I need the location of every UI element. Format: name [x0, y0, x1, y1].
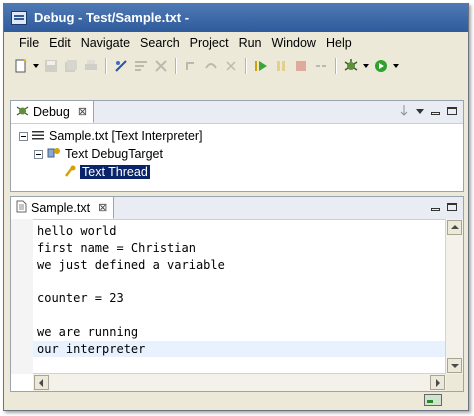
scroll-down-button[interactable] — [447, 358, 462, 373]
arrow-up-icon — [451, 225, 459, 229]
save-icon[interactable] — [44, 59, 58, 73]
menu-search[interactable]: Search — [135, 34, 185, 52]
menu-run[interactable]: Run — [234, 34, 267, 52]
suspend-icon[interactable] — [274, 59, 288, 73]
debug-target-icon — [47, 146, 61, 163]
editor-view-controls — [431, 200, 457, 214]
disconnect-icon[interactable] — [314, 59, 328, 73]
tab-sample-txt[interactable]: Sample.txt ⊠ — [11, 197, 115, 219]
collapse-toggle-icon[interactable] — [19, 131, 28, 141]
eclipse-window: Debug - Test/Sample.txt - File Edit Navi… — [3, 3, 469, 411]
main-toolbar — [4, 54, 468, 78]
debug-view-controls — [399, 104, 457, 118]
menu-project[interactable]: Project — [185, 34, 234, 52]
code-line: counter = 23 — [37, 291, 124, 306]
remove-terminated-icon[interactable] — [154, 59, 168, 73]
tab-sample-txt-label: Sample.txt — [31, 200, 91, 215]
toolbar-separator — [245, 58, 247, 74]
menu-file[interactable]: File — [14, 34, 44, 52]
tree-item-label-selected: Text Thread — [80, 165, 150, 179]
minimize-icon[interactable] — [431, 111, 440, 115]
debug-tree: Sample.txt [Text Interpreter] Text Debug… — [19, 127, 203, 181]
view-menu-icon[interactable] — [416, 108, 424, 114]
debug-perspective-icon — [11, 11, 27, 25]
editor-body: hello world first name = Christian we ju… — [11, 219, 463, 391]
code-line: we just defined a variable — [37, 257, 225, 272]
horizontal-scrollbar[interactable] — [33, 373, 446, 391]
menu-edit[interactable]: Edit — [44, 34, 76, 52]
new-dropdown-icon[interactable] — [33, 64, 39, 68]
tree-item-target[interactable]: Text DebugTarget — [19, 145, 203, 163]
close-icon[interactable]: ⊠ — [78, 105, 87, 118]
code-line: first name = Christian — [37, 240, 196, 255]
window-title: Debug - Test/Sample.txt - — [34, 10, 190, 25]
tree-item-label: Text DebugTarget — [65, 147, 163, 161]
status-bar — [4, 390, 468, 410]
thread-icon — [63, 164, 77, 181]
code-line-current: our interpreter — [33, 340, 447, 358]
title-bar[interactable]: Debug - Test/Sample.txt - — [4, 4, 468, 32]
editor-view: Sample.txt ⊠ hello world first name = Ch… — [10, 196, 464, 392]
scrollbar-corner — [446, 374, 463, 391]
code-line: we are running — [37, 324, 139, 339]
save-all-icon[interactable] — [64, 59, 78, 73]
editor-tabrow: Sample.txt ⊠ — [11, 197, 463, 220]
progress-icon[interactable] — [424, 394, 442, 406]
collapse-all-icon[interactable] — [399, 104, 409, 119]
debug-run-icon[interactable] — [344, 59, 358, 73]
terminate-icon[interactable] — [294, 59, 308, 73]
maximize-icon[interactable] — [447, 203, 457, 211]
arrow-right-icon — [436, 379, 440, 387]
minimize-icon[interactable] — [431, 207, 440, 211]
arrow-left-icon — [39, 379, 43, 387]
vertical-scrollbar[interactable] — [445, 219, 463, 374]
tree-item-thread[interactable]: Text Thread — [19, 163, 203, 181]
scroll-left-button[interactable] — [34, 375, 49, 390]
text-file-icon — [16, 200, 27, 216]
menu-bar: File Edit Navigate Search Project Run Wi… — [4, 32, 468, 54]
vertical-ruler[interactable] — [11, 219, 33, 374]
step-with-filters-icon[interactable] — [204, 59, 218, 73]
close-icon[interactable]: ⊠ — [98, 201, 107, 214]
tree-item-label: Sample.txt [Text Interpreter] — [49, 129, 203, 143]
resume-icon[interactable] — [254, 59, 268, 73]
debug-dropdown-icon[interactable] — [363, 64, 369, 68]
tab-debug-label: Debug — [33, 104, 70, 119]
menu-window[interactable]: Window — [267, 34, 321, 52]
debug-bug-icon — [16, 104, 29, 120]
use-step-filters-icon[interactable] — [134, 59, 148, 73]
toolbar-separator — [175, 58, 177, 74]
scroll-up-button[interactable] — [447, 220, 462, 235]
tree-item-launch[interactable]: Sample.txt [Text Interpreter] — [19, 127, 203, 145]
toolbar-separator — [335, 58, 337, 74]
maximize-icon[interactable] — [447, 107, 457, 115]
skip-breakpoints-icon[interactable] — [114, 59, 128, 73]
run-dropdown-icon[interactable] — [393, 64, 399, 68]
arrow-down-icon — [451, 364, 459, 368]
scroll-right-button[interactable] — [430, 375, 445, 390]
drop-to-frame-icon[interactable] — [184, 59, 198, 73]
menu-help[interactable]: Help — [321, 34, 357, 52]
debug-view: Debug ⊠ Sample.txt [Text Interpreter] Te… — [10, 100, 464, 192]
code-line: hello world — [37, 224, 117, 238]
tab-debug[interactable]: Debug ⊠ — [11, 101, 95, 123]
debug-view-tabrow: Debug ⊠ — [11, 101, 463, 124]
launch-icon — [32, 129, 44, 143]
collapse-toggle-icon[interactable] — [34, 149, 43, 159]
print-icon[interactable] — [84, 59, 98, 73]
step-return-icon[interactable] — [224, 59, 238, 73]
toolbar-separator — [105, 58, 107, 74]
new-icon[interactable] — [14, 59, 28, 73]
text-editor-area[interactable]: hello world first name = Christian we ju… — [33, 223, 447, 358]
menu-navigate[interactable]: Navigate — [76, 34, 135, 52]
run-icon[interactable] — [374, 59, 388, 73]
